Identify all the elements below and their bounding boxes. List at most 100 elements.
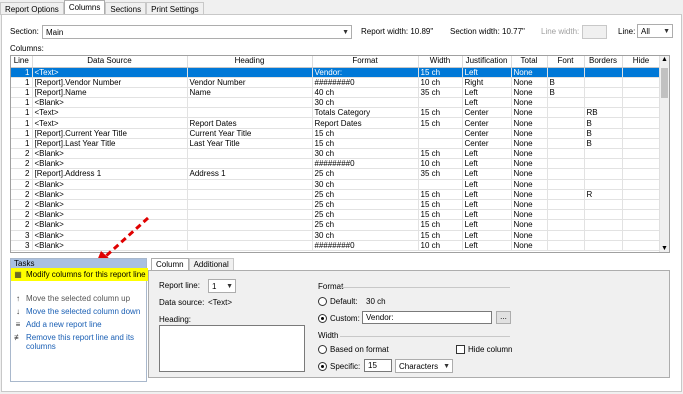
table-cell bbox=[622, 240, 661, 251]
table-cell: 25 ch bbox=[312, 199, 419, 211]
task-modify-columns[interactable]: ▦ Modify columns for this report line bbox=[13, 270, 145, 279]
task-remove-line[interactable]: ≢ Remove this report line and its column… bbox=[13, 333, 138, 351]
column-header[interactable]: Data Source bbox=[32, 56, 188, 68]
table-cell bbox=[547, 179, 585, 190]
table-row[interactable]: 2 <Blank> ########0 10 ch Left None bbox=[11, 158, 661, 170]
column-header[interactable]: Borders bbox=[584, 56, 623, 68]
task-move-up[interactable]: ↑ Move the selected column up bbox=[13, 294, 130, 303]
table-cell bbox=[584, 158, 623, 170]
table-row[interactable]: 1 <Text> Vendor: 15 ch Left None bbox=[11, 67, 661, 78]
scroll-up-icon[interactable]: ▲ bbox=[661, 56, 668, 63]
table-cell bbox=[622, 97, 661, 109]
custom-format-input[interactable]: Vendor: bbox=[362, 311, 492, 324]
table-row[interactable]: 1 [Report].Last Year Title Last Year Title… bbox=[11, 138, 661, 150]
task-add-line[interactable]: ≡ Add a new report line bbox=[13, 320, 102, 329]
table-row[interactable]: 2 <Blank> 30 ch 15 ch Left None bbox=[11, 148, 661, 160]
column-header[interactable]: Font bbox=[547, 56, 585, 68]
table-row[interactable]: 2 <Blank> 25 ch 15 ch Left None bbox=[11, 199, 661, 211]
table-cell: None bbox=[511, 189, 548, 200]
section-dropdown[interactable]: Main ▼ bbox=[42, 25, 352, 39]
table-cell: 3 bbox=[11, 230, 33, 241]
table-cell: 1 bbox=[11, 77, 33, 88]
table-cell: Left bbox=[462, 189, 512, 200]
table-cell bbox=[418, 97, 463, 109]
table-row[interactable]: 1 [Report].Current Year Title Current Year… bbox=[11, 128, 661, 139]
table-cell: 30 ch bbox=[312, 179, 419, 190]
column-header[interactable]: Width bbox=[418, 56, 463, 68]
table-cell bbox=[622, 67, 661, 78]
table-row[interactable]: 1 <Blank> 30 ch Left None bbox=[11, 97, 661, 109]
table-row[interactable]: 2 <Blank> 25 ch 15 ch Left None R bbox=[11, 189, 661, 200]
column-header[interactable]: Justification bbox=[462, 56, 512, 68]
table-cell: RB bbox=[584, 107, 623, 119]
default-format-radio[interactable] bbox=[318, 297, 327, 306]
table-cell: Left bbox=[462, 199, 512, 211]
grid-scrollbar[interactable]: ▲ ▼ bbox=[659, 56, 669, 252]
table-row[interactable]: 2 <Blank> 30 ch Left None bbox=[11, 179, 661, 190]
table-cell: 15 ch bbox=[418, 199, 463, 211]
table-row[interactable]: 1 [Report].Vendor Number Vendor Number ####… bbox=[11, 77, 661, 88]
table-cell: Left bbox=[462, 209, 512, 221]
table-cell bbox=[547, 148, 585, 160]
table-cell: None bbox=[511, 199, 548, 211]
section-value: Main bbox=[46, 28, 64, 37]
heading-textarea[interactable] bbox=[159, 325, 305, 372]
table-cell: Left bbox=[462, 219, 512, 231]
table-cell bbox=[547, 128, 585, 139]
table-row[interactable]: 1 <Text> Report Dates Report Dates 15 ch Cent… bbox=[11, 117, 661, 129]
line-dropdown[interactable]: All ▼ bbox=[637, 24, 673, 38]
hide-column-checkbox[interactable] bbox=[456, 345, 465, 354]
table-cell: 2 bbox=[11, 158, 33, 170]
table-row[interactable]: 1 <Text> Totals Category 15 ch Center None RB bbox=[11, 107, 661, 119]
column-header[interactable]: Total bbox=[511, 56, 548, 68]
table-cell bbox=[547, 209, 585, 221]
column-header[interactable]: Format bbox=[312, 56, 419, 68]
column-header[interactable]: Hide bbox=[622, 56, 661, 68]
table-cell: 15 ch bbox=[418, 67, 463, 78]
table-cell bbox=[187, 179, 313, 190]
report-line-dropdown[interactable]: 1 ▼ bbox=[208, 279, 236, 293]
table-cell: Report Dates bbox=[312, 117, 419, 129]
table-cell bbox=[622, 158, 661, 170]
specific-width-label: Specific: bbox=[330, 362, 361, 371]
based-on-format-radio[interactable] bbox=[318, 345, 327, 354]
table-cell: Center bbox=[462, 128, 512, 139]
table-cell: <Blank> bbox=[32, 97, 188, 109]
column-header[interactable]: Line bbox=[11, 56, 33, 68]
table-cell: B bbox=[584, 138, 623, 150]
specific-width-radio[interactable] bbox=[318, 362, 327, 371]
table-cell: 25 ch bbox=[312, 209, 419, 221]
custom-format-radio[interactable] bbox=[318, 314, 327, 323]
table-cell: 2 bbox=[11, 179, 33, 190]
line-value: All bbox=[641, 27, 650, 36]
chevron-down-icon: ▼ bbox=[226, 283, 233, 290]
table-cell bbox=[584, 87, 623, 99]
table-cell bbox=[187, 240, 313, 251]
table-row[interactable]: 2 [Report].Address 1 Address 1 25 ch 35 ch Le… bbox=[11, 168, 661, 180]
browse-format-button[interactable]: ... bbox=[496, 311, 511, 324]
tab-columns[interactable]: Columns bbox=[63, 0, 106, 15]
table-row[interactable]: 1 [Report].Name Name 40 ch 35 ch Left None B bbox=[11, 87, 661, 99]
table-cell: B bbox=[547, 87, 585, 99]
table-cell: 3 bbox=[11, 240, 33, 251]
scroll-thumb[interactable] bbox=[661, 68, 668, 98]
table-cell: None bbox=[511, 168, 548, 180]
table-cell: None bbox=[511, 209, 548, 221]
section-label: Section: bbox=[10, 27, 39, 36]
scroll-down-icon[interactable]: ▼ bbox=[661, 245, 668, 252]
table-cell: Totals Category bbox=[312, 107, 419, 119]
line-width-label: Line width: bbox=[541, 27, 580, 36]
custom-format-label: Custom: bbox=[330, 314, 360, 323]
column-header[interactable]: Heading bbox=[187, 56, 313, 68]
table-cell bbox=[584, 230, 623, 241]
table-cell: <Blank> bbox=[32, 199, 188, 211]
table-cell: ########0 bbox=[312, 240, 419, 251]
report-designer-window: Report Options Columns Sections Print Se… bbox=[0, 0, 683, 394]
task-move-down[interactable]: ↓ Move the selected column down bbox=[13, 307, 140, 316]
table-cell bbox=[584, 67, 623, 78]
width-unit-dropdown[interactable]: Characters ▼ bbox=[395, 359, 453, 373]
table-cell bbox=[418, 128, 463, 139]
specific-width-input[interactable]: 15 bbox=[364, 359, 392, 372]
table-cell bbox=[547, 240, 585, 251]
table-cell: Left bbox=[462, 168, 512, 180]
